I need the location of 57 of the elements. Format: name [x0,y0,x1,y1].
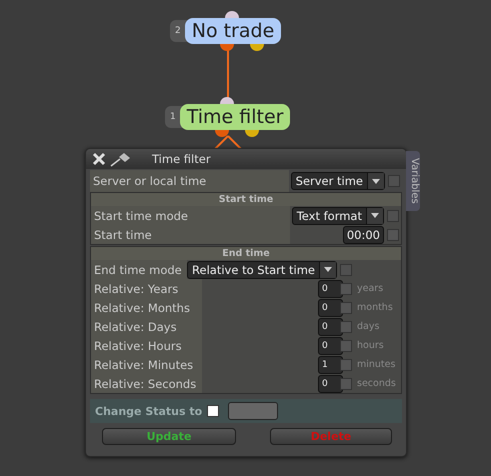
dropdown[interactable]: Text format [292,206,384,224]
output-port[interactable] [215,130,229,137]
connection-line [213,135,243,151]
checkbox[interactable] [340,302,352,314]
input-field[interactable]: 0 [318,298,343,316]
output-port[interactable] [245,130,259,137]
unit-label: days [357,321,380,332]
checkbox[interactable] [340,340,352,352]
node-label[interactable]: Time filter [180,104,290,130]
checkbox[interactable] [340,264,352,276]
input-field[interactable]: 0 [318,280,343,298]
field-label: Relative: Days [91,317,202,336]
unit-label: minutes [357,359,396,370]
variables-tab[interactable]: Variables [406,151,420,211]
checkbox[interactable] [340,358,352,370]
field-label: Start time [91,225,290,244]
input-port[interactable] [225,11,239,18]
input-field[interactable]: 00:00 [342,226,384,244]
input-field[interactable]: 0 [318,318,343,336]
unit-label: hours [357,340,385,351]
field-label: End time mode [91,260,188,279]
caret-icon [371,213,379,218]
field-label: Relative: Seconds [91,374,202,393]
pin-icon[interactable] [110,151,132,167]
status-label: Change Status to [95,404,204,418]
dropdown[interactable]: Server time [290,172,385,190]
field-label: Start time mode [91,206,290,225]
status-checkbox[interactable] [207,405,219,417]
close-icon[interactable] [92,152,106,166]
output-port[interactable] [220,44,234,51]
panel-title: Time filter [152,152,211,166]
caret-icon [324,267,332,272]
field-label: Relative: Minutes [91,355,202,374]
status-field[interactable] [228,402,278,420]
caret-icon [372,178,380,184]
input-field[interactable]: 1 [318,356,343,374]
unit-label: months [357,302,394,313]
checkbox[interactable] [340,320,352,332]
checkbox[interactable] [340,378,352,390]
checkbox[interactable] [387,228,399,240]
checkbox[interactable] [387,210,399,222]
checkbox[interactable] [340,282,352,294]
node-label[interactable]: No trade [184,18,282,44]
field-label: Server or local time [90,170,289,192]
section-header: End time [91,247,401,260]
field-label: Relative: Months [91,298,202,317]
input-port[interactable] [220,97,234,104]
unit-label: seconds [357,378,397,389]
section-header: Start time [91,193,401,206]
input-field[interactable]: 0 [318,336,343,354]
dropdown[interactable]: Relative to Start time [187,260,337,278]
field-label: Relative: Hours [91,336,202,355]
input-field[interactable]: 0 [318,374,343,392]
field-label: Relative: Years [91,279,202,298]
checkbox[interactable] [388,175,400,187]
unit-label: years [357,283,384,294]
output-port[interactable] [250,44,264,51]
